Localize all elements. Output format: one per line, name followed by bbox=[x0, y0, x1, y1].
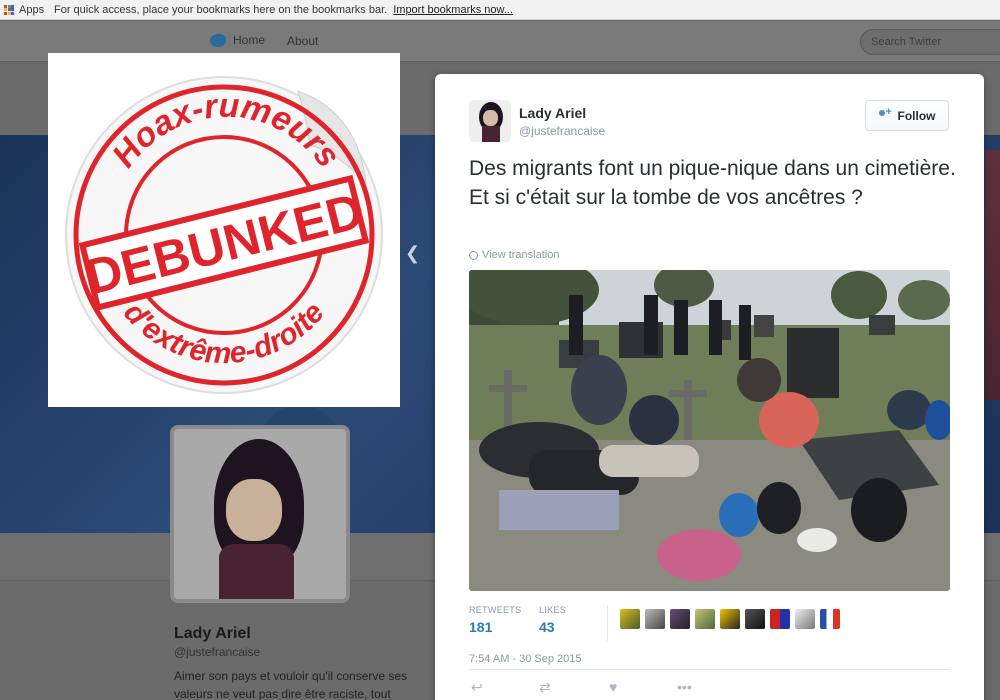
tweet-divider bbox=[469, 669, 950, 670]
liker-avatar[interactable] bbox=[720, 609, 740, 629]
more-icon[interactable]: ••• bbox=[677, 679, 692, 695]
tweet-stats: RETWEETS 181 LIKES 43 bbox=[469, 605, 950, 647]
profile-name: Lady Ariel bbox=[174, 625, 251, 642]
liker-avatar[interactable] bbox=[820, 609, 840, 629]
retweets-label: RETWEETS bbox=[469, 605, 522, 615]
search-input[interactable]: Search Twitter bbox=[860, 29, 1000, 55]
liker-avatar[interactable] bbox=[770, 609, 790, 629]
nav-home[interactable]: Home bbox=[210, 33, 265, 47]
tweet-text: Des migrants font un pique-nique dans un… bbox=[469, 157, 956, 209]
profile-avatar[interactable] bbox=[170, 425, 350, 603]
view-translation-link[interactable]: View translation bbox=[469, 249, 559, 261]
reply-icon[interactable]: ↩ bbox=[471, 679, 483, 696]
nav-about[interactable]: About bbox=[287, 34, 318, 48]
globe-icon bbox=[469, 250, 478, 260]
tweet-card: Lady Ariel @justefrancaise Follow Des mi… bbox=[435, 74, 984, 700]
liker-avatar[interactable] bbox=[795, 609, 815, 629]
tweet-timestamp[interactable]: 7:54 AM - 30 Sep 2015 bbox=[469, 653, 582, 665]
likes-label: LIKES bbox=[539, 605, 567, 615]
apps-label: Apps bbox=[19, 3, 45, 16]
apps-grid-icon bbox=[4, 4, 14, 15]
nav-home-label: Home bbox=[233, 33, 266, 47]
like-icon[interactable]: ♥ bbox=[609, 679, 617, 695]
header-edge-decoration bbox=[985, 150, 1000, 400]
import-bookmarks-link[interactable]: Import bookmarks now... bbox=[393, 4, 513, 16]
chevron-left-icon[interactable]: ❮ bbox=[405, 243, 420, 264]
retweets-stat[interactable]: RETWEETS 181 bbox=[469, 605, 521, 635]
liker-avatar[interactable] bbox=[670, 609, 690, 629]
tweet-author-name[interactable]: Lady Ariel bbox=[519, 105, 586, 121]
retweet-icon[interactable]: ⇄ bbox=[539, 679, 551, 696]
follow-person-icon bbox=[878, 106, 893, 122]
twitter-bird-icon bbox=[210, 33, 226, 47]
follow-label: Follow bbox=[897, 108, 936, 123]
tweet-author-handle[interactable]: @justefrancaise bbox=[519, 124, 605, 138]
likes-count: 43 bbox=[539, 619, 555, 635]
bookmarks-bar: Apps For quick access, place your bookma… bbox=[0, 0, 1000, 20]
profile-bio: Aimer son pays et vouloir qu'il conserve… bbox=[174, 669, 408, 700]
likers-avatars bbox=[620, 609, 845, 629]
tweet-actions: ↩ ⇄ ♥ ••• bbox=[469, 679, 950, 699]
bookmarks-message: For quick access, place your bookmarks h… bbox=[54, 3, 388, 16]
liker-avatar[interactable] bbox=[695, 609, 715, 629]
stats-divider bbox=[607, 605, 608, 641]
debunked-sticker: Hoax-rumeurs d'extrême-droite DEBUNKED bbox=[48, 53, 400, 407]
follow-button[interactable]: Follow bbox=[865, 100, 949, 131]
retweets-count: 181 bbox=[469, 619, 493, 635]
likes-stat[interactable]: LIKES 43 bbox=[539, 605, 566, 635]
view-translation-label: View translation bbox=[482, 249, 560, 261]
tweet-author-avatar[interactable] bbox=[469, 100, 511, 142]
liker-avatar[interactable] bbox=[620, 609, 640, 629]
profile-handle[interactable]: @justefrancaise bbox=[174, 645, 260, 659]
tweet-photo[interactable] bbox=[469, 270, 950, 591]
liker-avatar[interactable] bbox=[745, 609, 765, 629]
apps-shortcut[interactable]: Apps bbox=[0, 4, 46, 16]
liker-avatar[interactable] bbox=[645, 609, 665, 629]
